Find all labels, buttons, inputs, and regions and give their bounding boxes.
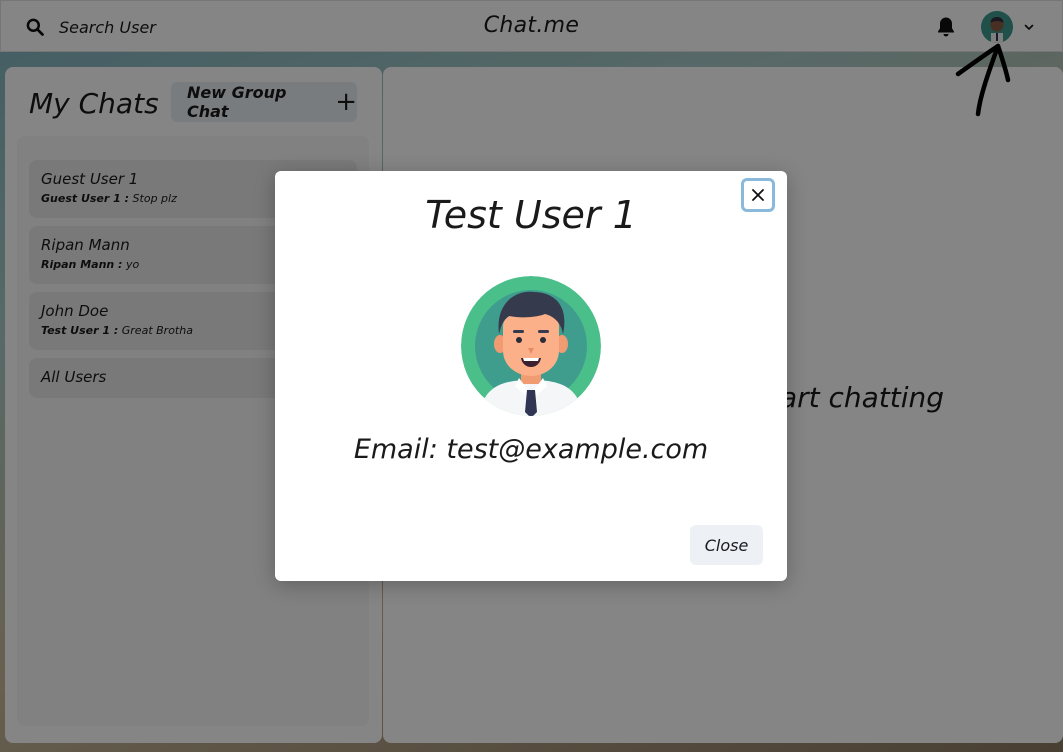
close-icon	[752, 189, 764, 201]
arrow-annotation-icon	[955, 43, 1011, 117]
modal-close-button[interactable]: Close	[690, 525, 763, 565]
profile-modal: Test User 1 Email: test@example.com Clos…	[275, 171, 787, 581]
profile-avatar	[461, 276, 601, 416]
modal-email: Email: test@example.com	[353, 434, 709, 465]
modal-title: Test User 1	[425, 193, 637, 237]
modal-close-x-button[interactable]	[741, 178, 775, 212]
